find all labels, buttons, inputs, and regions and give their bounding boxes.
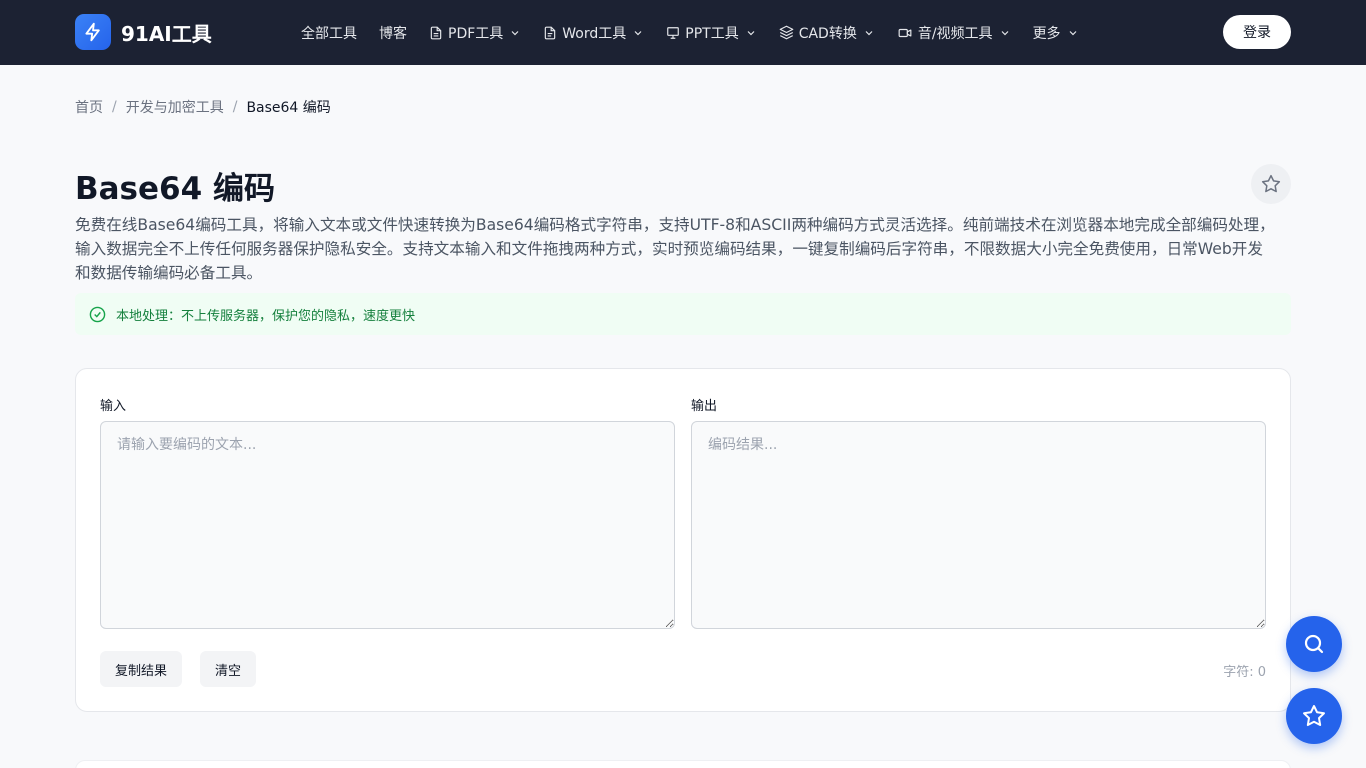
breadcrumb-separator: / [112, 99, 117, 115]
favorite-button[interactable] [1251, 164, 1291, 204]
search-fab[interactable] [1286, 616, 1342, 672]
star-icon [1303, 705, 1325, 727]
favorite-fab[interactable] [1286, 688, 1342, 744]
chevron-down-icon [634, 30, 642, 35]
output-label: 输出 [691, 399, 718, 414]
main-nav: 全部工具 博客 PDF工具 Word工具 PPT工具 CAD转换 音/视频工具 [301, 0, 1101, 65]
output-textarea[interactable] [691, 421, 1266, 629]
video-icon [898, 28, 912, 37]
lightning-icon [75, 14, 111, 50]
chevron-down-icon [747, 30, 755, 35]
check-circle-icon [89, 306, 106, 322]
clear-button[interactable]: 清空 [200, 651, 257, 687]
breadcrumb: 首页 / 开发与加密工具 / Base64 编码 [75, 97, 331, 117]
copy-result-button[interactable]: 复制结果 [100, 651, 183, 687]
chevron-down-icon [1069, 30, 1076, 35]
brand-logo[interactable]: 91AI工具 [75, 14, 212, 50]
breadcrumb-category[interactable]: 开发与加密工具 [126, 97, 224, 117]
breadcrumb-current: Base64 编码 [246, 100, 331, 116]
nav-item-av-tools[interactable]: 音/视频工具 [897, 23, 1011, 43]
char-count: 字符: 0 [1223, 665, 1266, 680]
file-text-icon [545, 26, 556, 39]
breadcrumb-separator: / [232, 99, 238, 115]
nav-item-cad-convert[interactable]: CAD转换 [779, 23, 875, 43]
chevron-down-icon [865, 30, 873, 35]
page-description: 免费在线Base64编码工具，将输入文本或文件快速转换为Base64编码格式字符… [75, 216, 1275, 282]
brand-name: 91AI工具 [121, 21, 212, 46]
nav-item-word-tools[interactable]: Word工具 [543, 23, 644, 43]
privacy-notice-text: 本地处理：不上传服务器，保护您的隐私，速度更快 [116, 308, 416, 324]
privacy-notice: 本地处理：不上传服务器，保护您的隐私，速度更快 [75, 293, 1291, 335]
input-textarea[interactable] [100, 421, 675, 629]
search-icon [1304, 634, 1324, 654]
layers-icon [779, 25, 794, 40]
nav-item-all-tools[interactable]: 全部工具 [301, 23, 357, 43]
chevron-down-icon [511, 30, 519, 35]
top-navbar: 91AI工具 全部工具 博客 PDF工具 Word工具 PPT工具 CAD转换 [0, 0, 1366, 65]
login-button[interactable]: 登录 [1223, 15, 1291, 49]
presentation-icon [667, 26, 680, 39]
nav-item-blog[interactable]: 博客 [379, 23, 407, 43]
nav-item-pdf-tools[interactable]: PDF工具 [429, 23, 521, 43]
star-icon [1261, 174, 1281, 193]
nav-item-more[interactable]: 更多 [1033, 23, 1079, 43]
file-icon [430, 26, 442, 39]
chevron-down-icon [1001, 30, 1008, 35]
breadcrumb-home[interactable]: 首页 [75, 97, 103, 117]
page-title: Base64 编码 [75, 171, 275, 207]
next-section-card [75, 760, 1291, 768]
encoder-panel: 输入 输出 复制结果 清空 字符: 0 [75, 368, 1291, 712]
nav-item-ppt-tools[interactable]: PPT工具 [666, 23, 756, 43]
input-label: 输入 [100, 399, 127, 414]
